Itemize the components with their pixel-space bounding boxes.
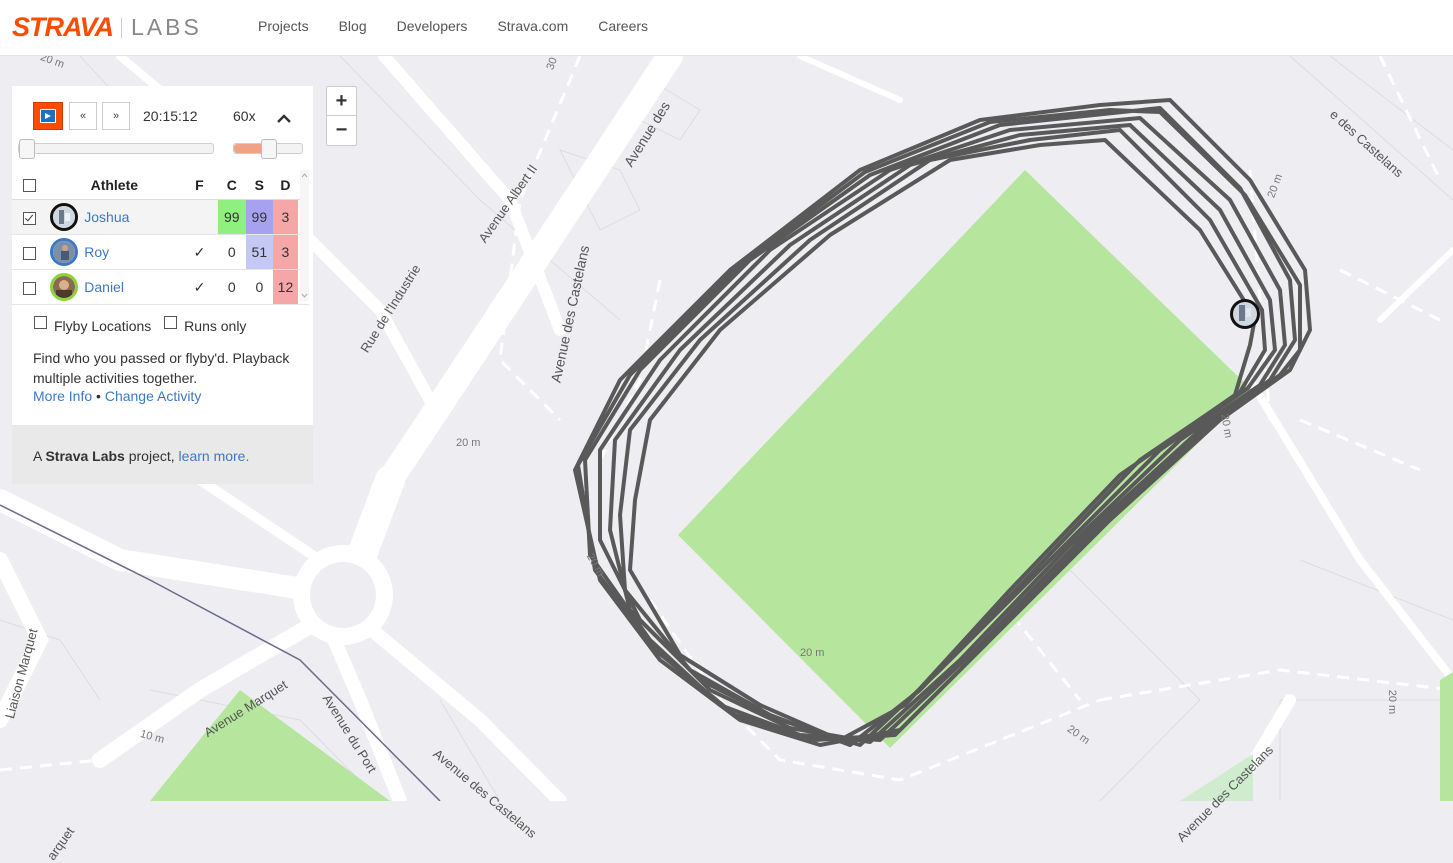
col-c: C <box>217 170 247 200</box>
street-marquet-bottom: arquet <box>43 824 78 863</box>
logo-divider <box>121 17 122 38</box>
cell-c: 0 <box>217 269 247 305</box>
footer-brand: Strava Labs <box>45 448 125 464</box>
cell-c: 99 <box>217 199 247 235</box>
strava-labs-logo[interactable]: STRAVA LABS <box>12 12 202 43</box>
top-bar: STRAVA LABS Projects Blog Developers Str… <box>0 0 1453 56</box>
avatar <box>50 203 79 231</box>
footer-text: A Strava Labs project, learn more. <box>33 448 249 464</box>
logo-strava-text: STRAVA <box>12 12 114 42</box>
col-d: D <box>272 170 299 200</box>
main-nav: Projects Blog Developers Strava.com Care… <box>258 18 678 34</box>
contour-label: 20 m <box>800 647 825 659</box>
link-separator: • <box>96 388 101 404</box>
cell-s: 0 <box>246 269 273 305</box>
cell-d: 12 <box>272 269 299 305</box>
learn-more-link[interactable]: learn more. <box>179 448 250 464</box>
cell-d: 3 <box>272 199 299 235</box>
cell-f <box>181 199 218 235</box>
timeline-slider-handle[interactable] <box>19 139 35 159</box>
flyby-panel: « » 20:15:12 60x Athlete F C S D Joshua … <box>12 86 313 484</box>
athlete-checkbox[interactable] <box>23 246 37 260</box>
table-header-row: Athlete F C S D <box>12 170 309 200</box>
play-button[interactable] <box>33 102 63 130</box>
runs-only-checkbox[interactable] <box>164 315 178 329</box>
contour-label: 20 m <box>1386 689 1399 715</box>
flyby-locations-label: Flyby Locations <box>54 318 152 334</box>
speed-slider-handle[interactable] <box>261 139 277 159</box>
change-activity-link[interactable]: Change Activity <box>105 388 202 404</box>
playback-speed: 60x <box>233 108 256 124</box>
nav-developers[interactable]: Developers <box>397 18 468 34</box>
select-all-checkbox[interactable] <box>23 179 37 193</box>
playback-time: 20:15:12 <box>143 108 198 124</box>
filter-options: Flyby Locations Runs only <box>34 315 255 336</box>
footer-prefix: A <box>33 448 46 464</box>
col-athlete: Athlete <box>47 170 182 200</box>
col-s: S <box>246 170 273 200</box>
forward-button[interactable]: » <box>102 102 130 130</box>
cell-s: 51 <box>246 234 273 270</box>
col-f: F <box>181 170 218 200</box>
avatar <box>50 238 79 266</box>
athlete-table: Athlete F C S D Joshua 99 99 3 Roy ✓ 0 5… <box>12 170 309 305</box>
cell-c: 0 <box>217 234 247 270</box>
table-row[interactable]: Roy ✓ 0 51 3 <box>12 234 309 270</box>
flyby-locations-option[interactable]: Flyby Locations <box>34 315 152 334</box>
nav-blog[interactable]: Blog <box>339 18 367 34</box>
contour-label: 20 m <box>456 437 481 449</box>
logo-labs-text: LABS <box>131 14 202 40</box>
cell-f: ✓ <box>181 269 218 305</box>
zoom-in-button[interactable]: + <box>327 87 356 116</box>
play-icon <box>40 109 56 123</box>
flyby-locations-checkbox[interactable] <box>34 315 47 329</box>
panel-links: More Info • Change Activity <box>33 388 201 404</box>
athlete-checkbox[interactable] <box>23 281 37 295</box>
speed-slider[interactable] <box>233 139 303 159</box>
cell-s: 99 <box>246 199 273 235</box>
runs-only-option[interactable]: Runs only <box>164 315 247 334</box>
collapse-chevron-icon[interactable] <box>277 110 291 124</box>
runs-only-label: Runs only <box>184 318 247 334</box>
select-all-cell <box>12 170 48 200</box>
footer-middle: project, <box>124 448 179 464</box>
zoom-out-button[interactable]: − <box>327 116 356 144</box>
panel-footer: A Strava Labs project, learn more. <box>12 425 313 484</box>
zoom-control: + − <box>326 86 357 146</box>
athlete-name-link[interactable]: Joshua <box>84 209 129 225</box>
avatar <box>50 273 79 301</box>
cell-f: ✓ <box>181 234 218 270</box>
table-row[interactable]: Joshua 99 99 3 <box>12 199 309 235</box>
table-row[interactable]: Daniel ✓ 0 0 12 <box>12 269 309 305</box>
rewind-button[interactable]: « <box>69 102 97 130</box>
nav-strava-com[interactable]: Strava.com <box>497 18 568 34</box>
nav-projects[interactable]: Projects <box>258 18 309 34</box>
athlete-checkbox[interactable] <box>23 211 37 225</box>
cell-d: 3 <box>272 234 299 270</box>
more-info-link[interactable]: More Info <box>33 388 92 404</box>
description-text: Find who you passed or flyby'd. Playback… <box>33 350 290 386</box>
table-scrollbar[interactable] <box>300 170 309 301</box>
athlete-name-link[interactable]: Roy <box>84 244 109 260</box>
athlete-name-link[interactable]: Daniel <box>84 279 124 295</box>
nav-careers[interactable]: Careers <box>598 18 648 34</box>
timeline-slider[interactable] <box>18 139 214 159</box>
